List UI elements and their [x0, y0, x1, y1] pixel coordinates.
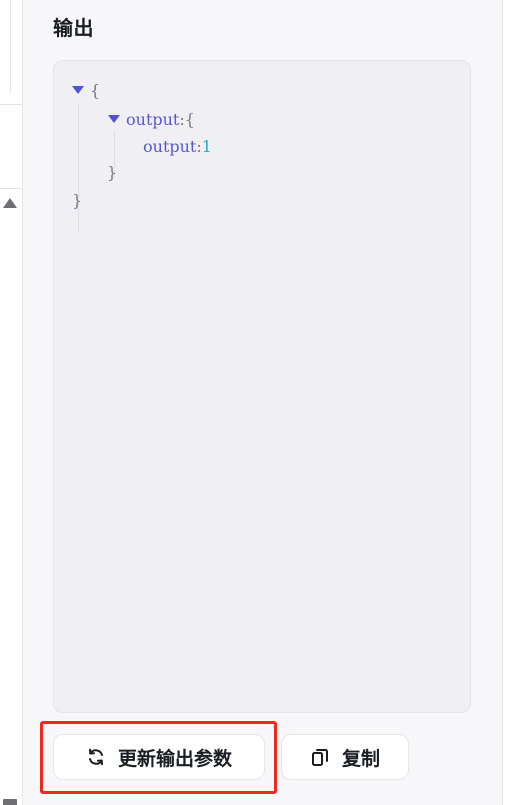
json-close-brace: }	[72, 191, 83, 210]
copy-button-label: 复制	[341, 747, 380, 770]
json-open-brace: {	[184, 110, 195, 129]
json-object-line: output:{	[108, 110, 195, 130]
json-value-line: output:1	[143, 137, 212, 157]
scroll-up-arrow-icon[interactable]	[3, 198, 17, 208]
scrollbar-thumb[interactable]	[3, 799, 17, 805]
json-key: output	[143, 137, 197, 156]
json-viewer: { output:{ output:1 } }	[53, 60, 471, 713]
json-root-line: {	[72, 81, 100, 101]
refresh-output-params-button[interactable]: 更新输出参数	[53, 734, 265, 780]
right-gutter	[503, 0, 514, 805]
refresh-icon	[86, 747, 106, 767]
section-title: 输出	[53, 16, 94, 40]
json-open-brace: {	[90, 81, 101, 100]
caret-down-icon[interactable]	[108, 114, 120, 123]
json-close-line: }	[107, 163, 117, 183]
json-number-value: 1	[201, 137, 212, 156]
json-key: output	[126, 110, 180, 129]
left-pane-edge	[0, 0, 23, 805]
copy-icon	[310, 747, 330, 767]
copy-button[interactable]: 复制	[281, 734, 409, 780]
json-close-brace: }	[107, 163, 118, 182]
left-pane-divider	[0, 104, 22, 105]
json-close-line: }	[72, 191, 82, 211]
caret-down-icon[interactable]	[72, 85, 84, 94]
left-pane-divider	[10, 0, 11, 94]
left-pane-divider	[0, 188, 22, 189]
indent-guide	[78, 103, 79, 233]
refresh-button-label: 更新输出参数	[117, 747, 232, 770]
